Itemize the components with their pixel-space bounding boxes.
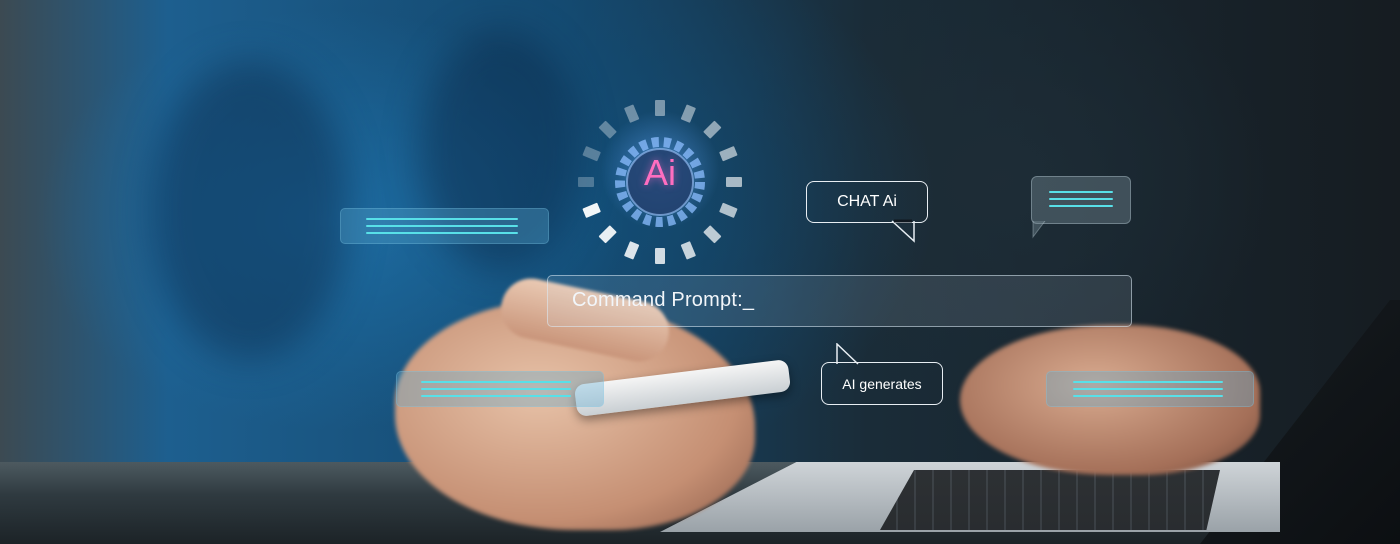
loading-ring-segment xyxy=(703,120,722,139)
prompt-cursor: :_ xyxy=(737,289,755,311)
glass-panel xyxy=(396,371,604,407)
loading-ring-segment xyxy=(598,225,617,244)
loading-ring-segment xyxy=(624,241,640,260)
loading-ring-segment xyxy=(680,241,696,260)
loading-ring-segment xyxy=(624,104,640,123)
loading-ring-segment xyxy=(726,177,742,187)
chat-bubble-tail xyxy=(891,219,915,243)
hero-scene: Ai CHAT Ai Command Prompt:_ AI generates xyxy=(0,0,1400,544)
loading-ring-segment xyxy=(719,146,738,162)
loading-ring-segment xyxy=(582,202,601,218)
loading-ring-segment xyxy=(598,120,617,139)
loading-ring-segment xyxy=(719,202,738,218)
message-icon-tail xyxy=(1032,221,1046,239)
loading-ring-segment xyxy=(703,225,722,244)
chat-bubble-icon: CHAT Ai xyxy=(806,181,928,223)
chat-bubble-label: CHAT Ai xyxy=(837,193,897,210)
loading-ring-segment xyxy=(655,248,665,264)
loading-ring-segment xyxy=(655,100,665,116)
ai-badge: Ai xyxy=(643,152,676,193)
loading-ring-segment xyxy=(582,146,601,162)
loading-ring-segment xyxy=(578,177,594,187)
glass-panel xyxy=(1046,371,1254,407)
laptop-keyboard xyxy=(880,470,1220,530)
command-prompt-label: Command Prompt:_ xyxy=(572,289,755,311)
command-prompt-box: Command Prompt:_ xyxy=(547,275,1132,327)
loading-ring-segment xyxy=(680,104,696,123)
message-icon xyxy=(1031,176,1131,224)
ai-generates-label: AI generates xyxy=(842,375,922,392)
glass-panel xyxy=(340,208,549,244)
ai-generates-bubble: AI generates xyxy=(821,362,943,405)
shirt-shadow xyxy=(150,60,350,360)
